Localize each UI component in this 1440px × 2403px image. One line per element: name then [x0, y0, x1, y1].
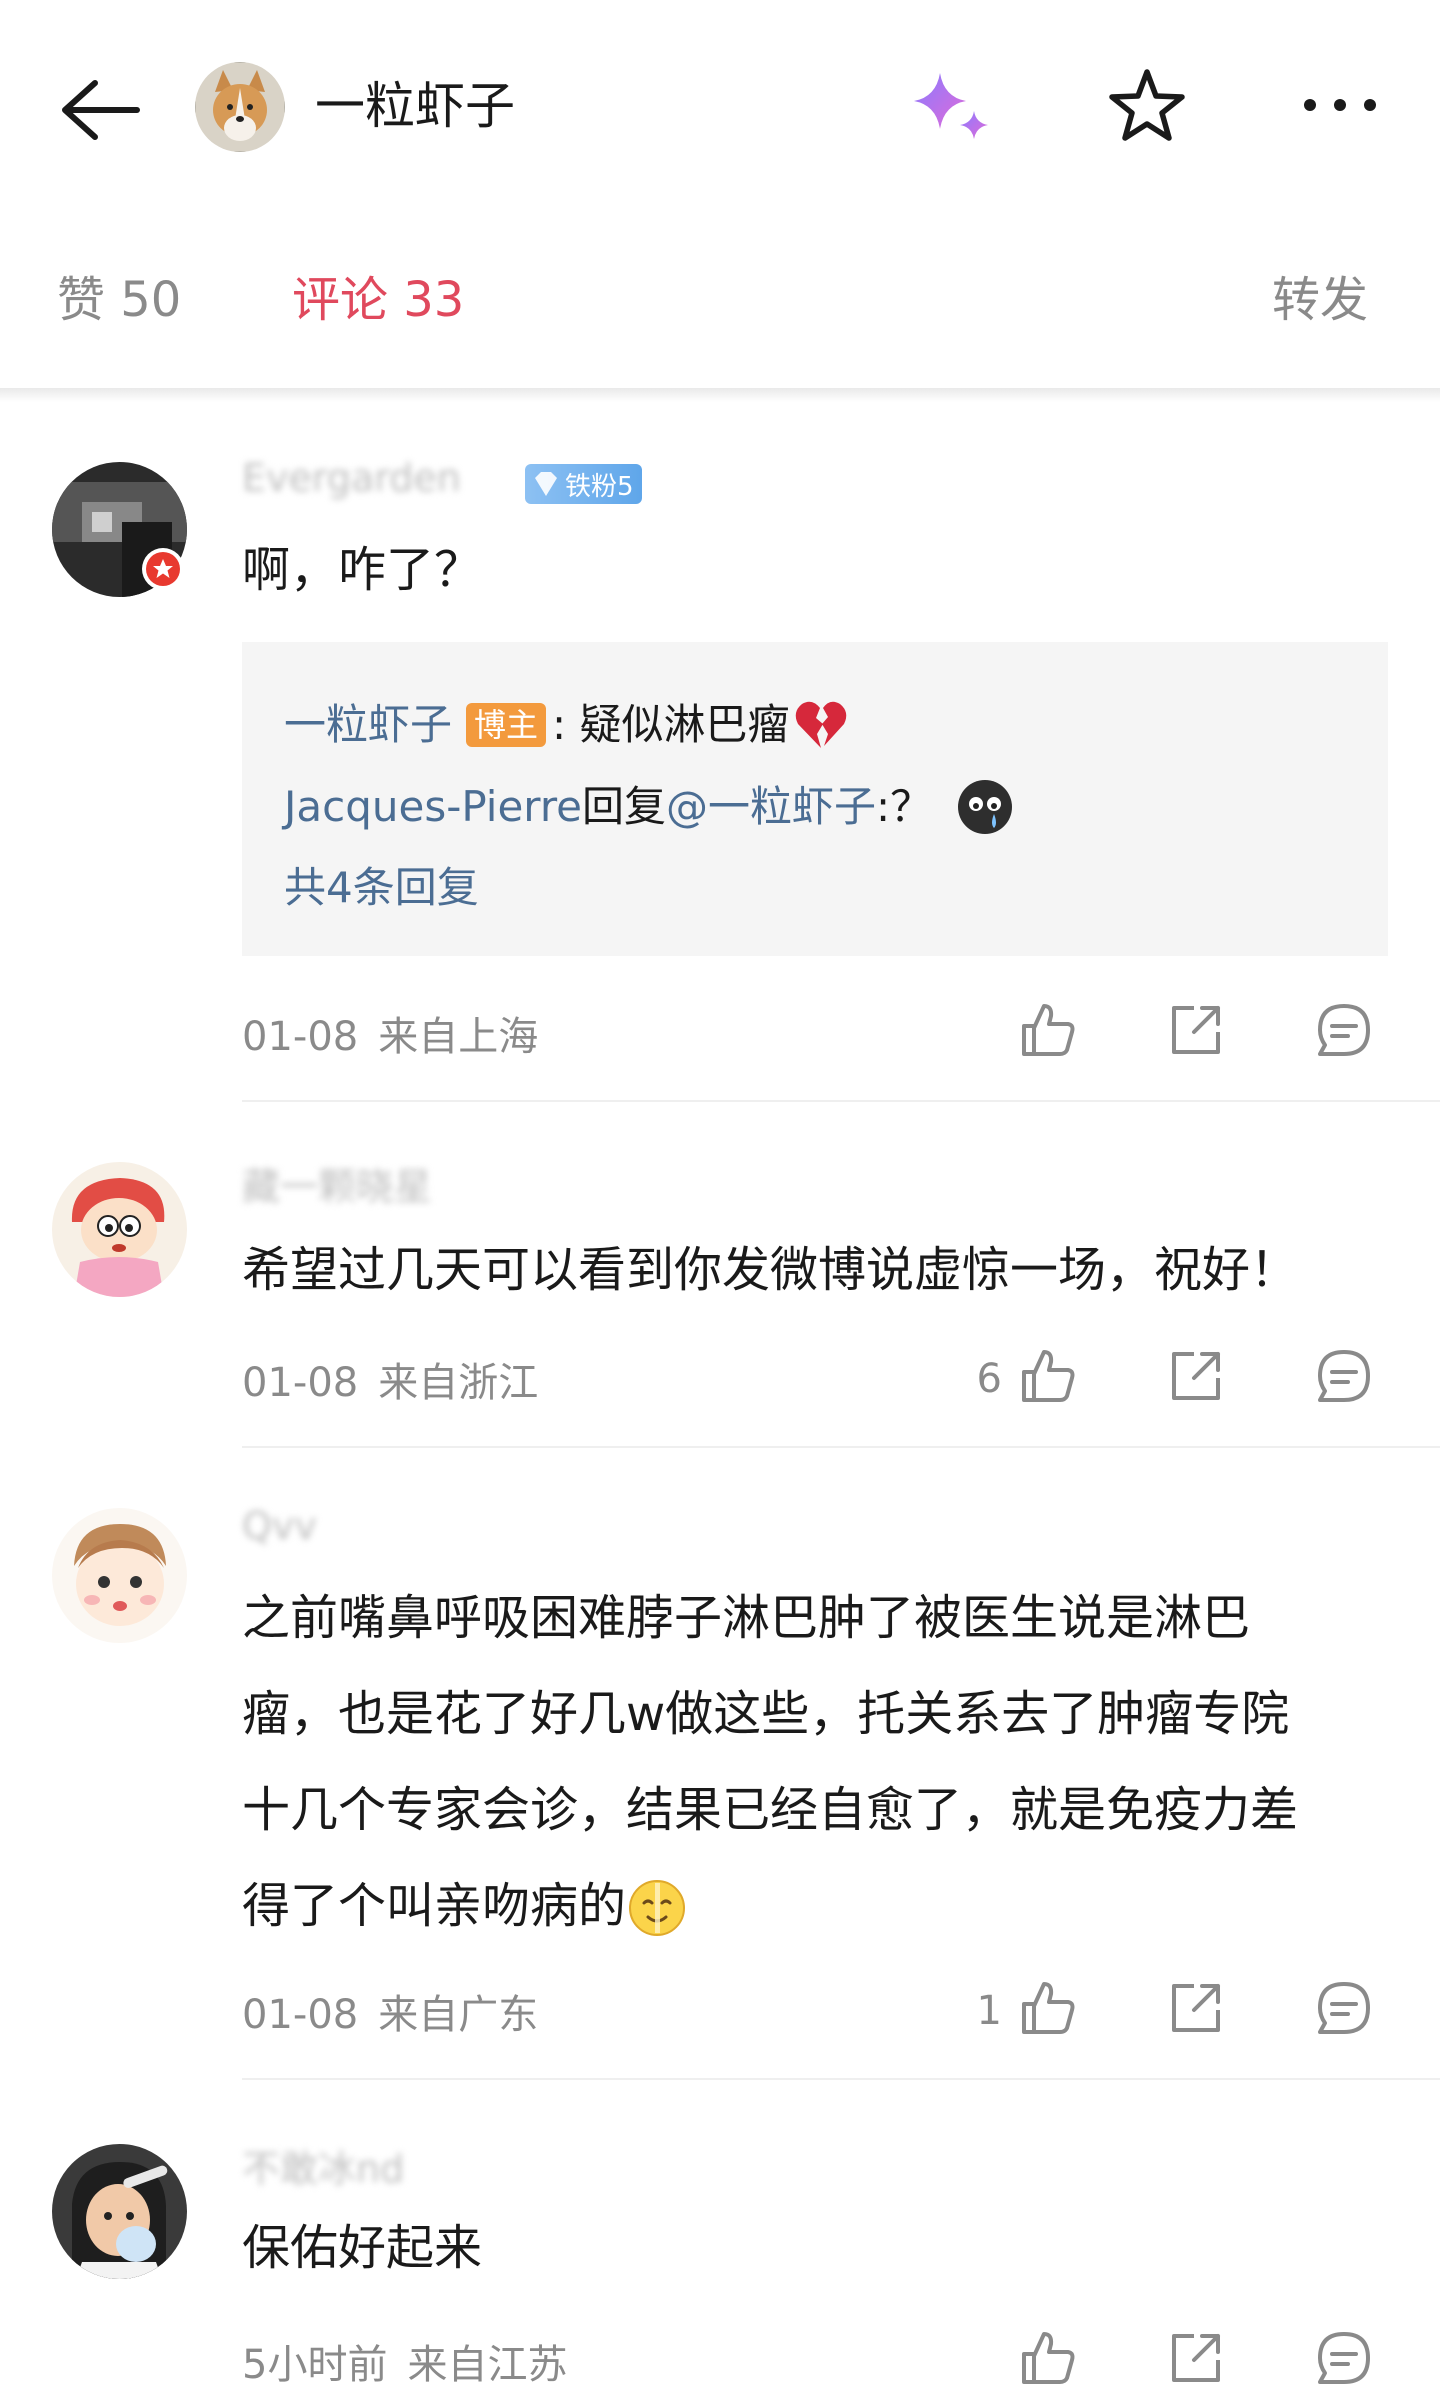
back-arrow-icon[interactable]	[55, 65, 145, 155]
share-icon[interactable]	[1164, 1976, 1228, 2040]
comment-location: 来自广东	[378, 1992, 539, 2038]
reply-preview[interactable]: 一粒虾子 博主 : 疑似淋巴瘤 Jacques-Pierre 回复 @一粒虾子 …	[242, 642, 1388, 956]
comment-text-line: 之前嘴鼻呼吸困难脖子淋巴肿了被医生说是淋巴	[242, 1590, 1251, 1646]
tab-bar: 赞 50 评论 33 转发	[0, 260, 1440, 350]
diamond-icon	[535, 472, 557, 496]
reply-username[interactable]: Jacques-Pierre	[284, 777, 582, 837]
verified-badge	[142, 548, 184, 590]
like-icon[interactable]	[1016, 1976, 1080, 2040]
comment-text-line: 瘤，也是花了好几w做这些，托关系去了肿瘤专院	[242, 1686, 1290, 1742]
broken-heart-icon	[790, 694, 852, 756]
comment-meta: 01-08 来自浙江	[242, 1350, 538, 1408]
tab-likes[interactable]: 赞 50	[57, 260, 181, 340]
comment-text-line: 十几个专家会诊，结果已经自愈了，就是免疫力差	[242, 1782, 1299, 1838]
comment-date: 5小时前	[242, 2342, 388, 2388]
reply-icon[interactable]	[1312, 2326, 1376, 2390]
divider	[242, 1100, 1440, 1102]
comment-text-line-wrap: 得了个叫亲吻病的	[242, 1858, 1372, 1954]
star-icon[interactable]	[1105, 64, 1189, 148]
mention-link[interactable]: @一粒虾子	[666, 777, 876, 837]
reply-icon[interactable]	[1312, 1344, 1376, 1408]
fan-badge: 铁粉5	[525, 464, 642, 504]
comment-meta: 01-08 来自广东	[242, 1982, 538, 2040]
divider	[242, 1446, 1440, 1448]
tab-comments[interactable]: 评论 33	[292, 260, 464, 340]
reply-icon[interactable]	[1312, 998, 1376, 1062]
reply-username[interactable]: 一粒虾子	[284, 695, 452, 755]
page-title: 一粒虾子	[315, 77, 515, 135]
comment-location: 来自上海	[378, 1014, 539, 1060]
tab-reposts[interactable]: 转发	[1272, 260, 1368, 340]
top-bar: 一粒虾子	[0, 0, 1440, 215]
username[interactable]: Evergarden	[242, 456, 461, 500]
reply-verb: 回复	[582, 782, 667, 831]
share-icon[interactable]	[1164, 998, 1228, 1062]
like-count: 1	[976, 1988, 1002, 2034]
comment-text-line: 得了个叫亲吻病的	[242, 1878, 627, 1934]
comment-text: 啊，咋了？	[242, 542, 483, 598]
share-icon[interactable]	[1164, 1344, 1228, 1408]
username[interactable]: 不敢冰nd	[242, 2138, 404, 2193]
like-icon[interactable]	[1016, 1344, 1080, 1408]
share-icon[interactable]	[1164, 2326, 1228, 2390]
like-icon[interactable]	[1016, 2326, 1080, 2390]
reply-text: : 疑似淋巴瘤	[552, 700, 790, 749]
reply-line: 一粒虾子 博主 : 疑似淋巴瘤	[284, 694, 852, 756]
avatar[interactable]	[52, 1162, 187, 1297]
reply-icon[interactable]	[1312, 1976, 1376, 2040]
divider	[242, 2078, 1440, 2080]
reply-text: :？	[876, 782, 933, 831]
avatar[interactable]	[52, 1508, 187, 1643]
comment-location: 来自江苏	[407, 2342, 568, 2388]
crying-face-icon	[954, 776, 1016, 838]
username[interactable]: Qvv	[242, 1504, 317, 1548]
comment-text: 保佑好起来	[242, 2220, 483, 2276]
tab-divider	[0, 388, 1440, 402]
comment-meta: 5小时前 来自江苏	[242, 2332, 567, 2390]
reply-line: Jacques-Pierre 回复 @一粒虾子 :？	[284, 776, 1016, 838]
view-all-replies-link[interactable]: 共4条回复	[284, 858, 479, 918]
comment-text: 之前嘴鼻呼吸困难脖子淋巴肿了被医生说是淋巴 瘤，也是花了好几w做这些，托关系去了…	[242, 1570, 1372, 1954]
like-icon[interactable]	[1016, 998, 1080, 1062]
comment-date: 01-08	[242, 1992, 359, 2038]
fan-badge-label: 铁粉5	[565, 471, 634, 502]
host-badge: 博主	[466, 703, 547, 747]
like-count: 6	[976, 1356, 1002, 1402]
more-icon[interactable]	[1300, 85, 1380, 125]
username[interactable]: 藏一颗晓星	[242, 1156, 432, 1211]
avatar[interactable]	[195, 62, 285, 152]
comment-date: 01-08	[242, 1014, 359, 1060]
avatar[interactable]	[52, 2144, 187, 2279]
comment-meta: 01-08 来自上海	[242, 1004, 538, 1062]
melting-face-icon	[626, 1875, 688, 1937]
comment-location: 来自浙江	[378, 1360, 539, 1406]
comment-date: 01-08	[242, 1360, 359, 1406]
comment-text: 希望过几天可以看到你发微博说虚惊一场，祝好！	[242, 1242, 1299, 1298]
sparkle-ai-icon[interactable]	[900, 65, 1000, 155]
